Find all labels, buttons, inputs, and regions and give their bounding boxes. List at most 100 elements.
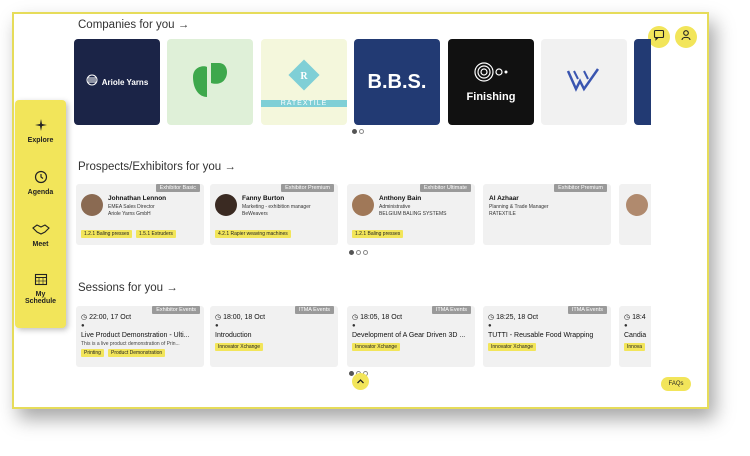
avatar xyxy=(626,194,648,216)
company-card[interactable] xyxy=(541,39,627,125)
clock-icon: ◷ xyxy=(81,314,90,321)
app-window: Companies for you → Ariole Yarns R RATEX… xyxy=(12,12,709,409)
company-card[interactable]: R RATEXTILE xyxy=(261,39,347,125)
session-time-text: 18:4 xyxy=(632,314,646,321)
clock-icon: ◷ xyxy=(488,314,497,321)
session-time-text: 18:05, 18 Oct xyxy=(360,314,403,321)
pagination-dot[interactable] xyxy=(363,250,368,255)
companies-section-title[interactable]: Companies for you → xyxy=(78,19,189,31)
location-pin-icon: ● xyxy=(488,323,492,329)
session-title: Candia xyxy=(624,332,647,339)
clock-icon xyxy=(15,170,66,186)
prospect-company: Ariole Yarns GmbH xyxy=(108,211,151,217)
session-title: TUTTI - Reusable Food Wrapping xyxy=(488,332,594,339)
session-card[interactable]: ITMA Events ◷ 18:05, 18 Oct ● Developmen… xyxy=(347,306,475,367)
sidebar-item-explore[interactable]: Explore xyxy=(15,118,66,144)
companies-pagination[interactable] xyxy=(352,129,364,134)
avatar xyxy=(215,194,237,216)
session-card[interactable]: ◷ 18:4 ● Candia Innova xyxy=(619,306,651,367)
prospect-role: Planning & Trade Manager xyxy=(489,204,549,210)
scroll-top-button[interactable] xyxy=(352,373,369,390)
company-name: B.B.S. xyxy=(367,70,427,93)
company-card[interactable] xyxy=(634,39,651,125)
sidebar-item-agenda[interactable]: Agenda xyxy=(15,170,66,196)
svg-text:R: R xyxy=(300,71,308,82)
clock-icon: ◷ xyxy=(352,314,361,321)
location-pin-icon: ● xyxy=(81,323,85,329)
sidebar-item-schedule[interactable]: My Schedule xyxy=(15,272,66,305)
session-chip: Innovator Xchange xyxy=(488,343,536,351)
session-time-text: 22:00, 17 Oct xyxy=(89,314,132,321)
session-chip: Innova xyxy=(624,343,646,351)
location-pin-icon: ● xyxy=(624,323,628,329)
company-name: Finishing xyxy=(466,90,516,103)
session-title: Live Product Demonstration - Ulti... xyxy=(81,332,190,339)
session-card[interactable]: Exhibitor Events ◷ 22:00, 17 Oct ● Live … xyxy=(76,306,204,367)
yarn-spool-icon xyxy=(86,73,98,91)
session-chip: Innovator Xchange xyxy=(352,343,400,351)
handshake-icon xyxy=(15,222,66,238)
company-name: Ariole Yarns xyxy=(101,77,149,87)
sessions-section-title[interactable]: Sessions for you → xyxy=(78,282,178,294)
session-description: This is a live product demonstration of … xyxy=(81,341,180,347)
faq-button[interactable]: FAQs xyxy=(661,377,691,391)
sidebar-item-label: Schedule xyxy=(24,298,57,305)
pagination-dot[interactable] xyxy=(352,129,357,134)
event-badge: ITMA Events xyxy=(431,306,471,314)
event-badge: Exhibitor Events xyxy=(152,306,200,314)
company-logo xyxy=(564,65,604,100)
pagination-dot[interactable] xyxy=(359,129,364,134)
sidebar-item-meet[interactable]: Meet xyxy=(15,222,66,248)
session-card[interactable]: ITMA Events ◷ 18:00, 18 Oct ● Introducti… xyxy=(210,306,338,367)
session-time: ◷ 22:00, 17 Oct xyxy=(81,313,131,321)
sidebar-item-label: Meet xyxy=(32,241,49,248)
calendar-icon xyxy=(15,272,66,288)
exhibitor-badge: Exhibitor Premium xyxy=(554,184,607,192)
prospects-pagination[interactable] xyxy=(349,250,368,255)
exhibitor-badge: Exhibitor Ultimate xyxy=(419,184,471,192)
category-chip: 1.5.1 Extruders xyxy=(136,230,176,238)
chevron-up-icon xyxy=(356,373,365,391)
session-time: ◷ 18:00, 18 Oct xyxy=(215,313,265,321)
exhibitor-badge: Exhibitor Premium xyxy=(281,184,334,192)
location-pin-icon: ● xyxy=(352,323,356,329)
prospect-role: EMEA Sales Director xyxy=(108,204,155,210)
category-chip: 1.2.1 Baling presses xyxy=(352,230,404,238)
prospect-card[interactable]: Exhibitor Basic Johnathan Lennon EMEA Sa… xyxy=(76,184,204,245)
user-icon xyxy=(680,28,692,46)
company-card[interactable]: Finishing xyxy=(448,39,534,125)
company-card[interactable]: B.B.S. xyxy=(354,39,440,125)
session-chip: Product Demonstration xyxy=(108,349,166,357)
prospect-card[interactable]: Exhibitor Premium Fanny Burton Marketing… xyxy=(210,184,338,245)
session-time-text: 18:00, 18 Oct xyxy=(223,314,266,321)
pagination-dot[interactable] xyxy=(349,250,354,255)
company-card[interactable]: Ariole Yarns xyxy=(74,39,160,125)
session-title: Introduction xyxy=(215,332,252,339)
company-card[interactable] xyxy=(167,39,253,125)
sparkle-icon xyxy=(15,118,66,134)
prospect-name: Al Azhaar xyxy=(489,195,519,202)
prospect-name: Fanny Burton xyxy=(242,195,285,202)
avatar xyxy=(352,194,374,216)
profile-button[interactable] xyxy=(675,26,697,48)
spiral-icon xyxy=(472,61,510,87)
prospect-role: Marketing - exhibition manager xyxy=(242,204,311,210)
location-pin-icon: ● xyxy=(215,323,219,329)
prospect-role: Administrative xyxy=(379,204,411,210)
prospects-section-title[interactable]: Prospects/Exhibitors for you → xyxy=(78,161,236,173)
prospect-name: Johnathan Lennon xyxy=(108,195,167,202)
chat-button[interactable] xyxy=(648,26,670,48)
event-badge: ITMA Events xyxy=(567,306,607,314)
sidebar-item-label: Explore xyxy=(27,137,54,144)
clock-icon: ◷ xyxy=(624,314,633,321)
session-time: ◷ 18:4 xyxy=(624,313,646,321)
prospect-card[interactable]: Exhibitor Ultimate Anthony Bain Administ… xyxy=(347,184,475,245)
session-card[interactable]: ITMA Events ◷ 18:25, 18 Oct ● TUTTI - Re… xyxy=(483,306,611,367)
prospect-card[interactable]: Exhibitor Premium Al Azhaar Planning & T… xyxy=(483,184,611,245)
session-chip: Printing xyxy=(81,349,104,357)
sidebar: Explore Agenda Meet My Schedule xyxy=(15,100,66,328)
prospect-company: BeWeavers xyxy=(242,211,268,217)
session-time: ◷ 18:25, 18 Oct xyxy=(488,313,538,321)
prospect-card[interactable] xyxy=(619,184,651,245)
pagination-dot[interactable] xyxy=(356,250,361,255)
